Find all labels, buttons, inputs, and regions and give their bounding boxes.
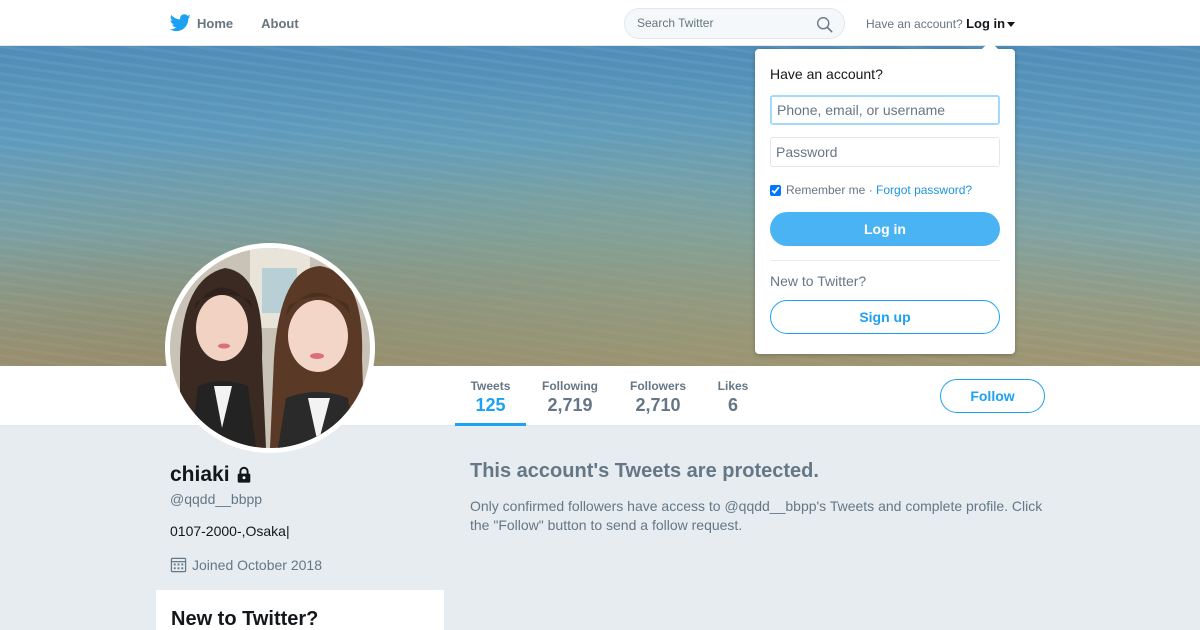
nav-home[interactable]: Home <box>170 14 233 32</box>
profile-name-text: chiaki <box>170 463 230 486</box>
search-input[interactable] <box>637 16 807 30</box>
login-toggle[interactable]: Log in <box>966 16 1016 31</box>
follow-button[interactable]: Follow <box>940 379 1045 413</box>
login-button[interactable]: Log in <box>770 212 1000 246</box>
login-dropdown: Have an account? Remember me · Forgot pa… <box>755 41 1015 354</box>
profile-handle[interactable]: @qqdd__bbpp <box>170 491 262 507</box>
search-box <box>624 8 845 39</box>
stat-value: 2,710 <box>635 395 681 415</box>
new-to-twitter-card: New to Twitter? <box>156 590 444 630</box>
remember-checkbox[interactable] <box>770 184 781 196</box>
stat-label: Tweets <box>470 379 511 393</box>
twitter-bird-icon <box>170 14 191 32</box>
new-to-twitter-heading: New to Twitter? <box>171 608 319 630</box>
signup-button[interactable]: Sign up <box>770 300 1000 334</box>
new-to-twitter-text: New to Twitter? <box>770 273 867 289</box>
separator-dot: · <box>868 183 873 197</box>
protected-message: Only confirmed followers have access to … <box>470 498 1043 533</box>
login-dropdown-title: Have an account? <box>770 66 883 82</box>
stat-value: 2,719 <box>547 395 593 415</box>
stat-likes[interactable]: Likes 6 <box>713 366 753 426</box>
stat-label: Following <box>542 379 598 393</box>
nav-home-label: Home <box>197 15 234 31</box>
calendar-icon <box>170 557 187 573</box>
stat-following[interactable]: Following 2,719 <box>536 366 604 426</box>
lock-icon <box>237 466 250 483</box>
profile-bio: 0107-2000-,Osaka| <box>170 523 290 539</box>
login-toggle-label: Log in <box>966 16 1006 31</box>
remember-label[interactable]: Remember me <box>786 183 865 197</box>
username-field[interactable] <box>770 95 1000 125</box>
avatar[interactable] <box>165 243 375 453</box>
login-menu: Have an account? Log in <box>866 16 1016 31</box>
stat-value: 6 <box>727 395 738 415</box>
nav-about[interactable]: About <box>261 16 299 31</box>
stat-label: Likes <box>717 379 749 393</box>
stat-label: Followers <box>629 379 686 393</box>
joined-date: Joined October 2018 <box>170 556 322 573</box>
nav-about-label: About <box>261 15 299 31</box>
have-account-text: Have an account? <box>866 17 963 31</box>
remember-row: Remember me · Forgot password? <box>770 183 972 197</box>
protected-notice: This account's Tweets are protected. Onl… <box>470 460 1060 535</box>
protected-title: This account's Tweets are protected. <box>470 460 819 482</box>
profile-name: chiaki <box>170 463 253 487</box>
joined-text: Joined October 2018 <box>192 556 322 573</box>
stat-value: 125 <box>475 395 506 415</box>
divider <box>770 260 1000 261</box>
top-navigation-bar: Home About Have an account? Log in <box>0 0 1200 46</box>
avatar-photo <box>170 248 370 448</box>
caret-down-icon <box>1007 22 1016 28</box>
search-icon[interactable] <box>816 16 833 33</box>
stat-tweets[interactable]: Tweets 125 <box>455 366 526 426</box>
forgot-password-link[interactable]: Forgot password? <box>876 183 972 197</box>
nav-left-group: Home About <box>170 0 327 46</box>
password-field[interactable] <box>770 137 1000 167</box>
stat-followers[interactable]: Followers 2,710 <box>624 366 692 426</box>
